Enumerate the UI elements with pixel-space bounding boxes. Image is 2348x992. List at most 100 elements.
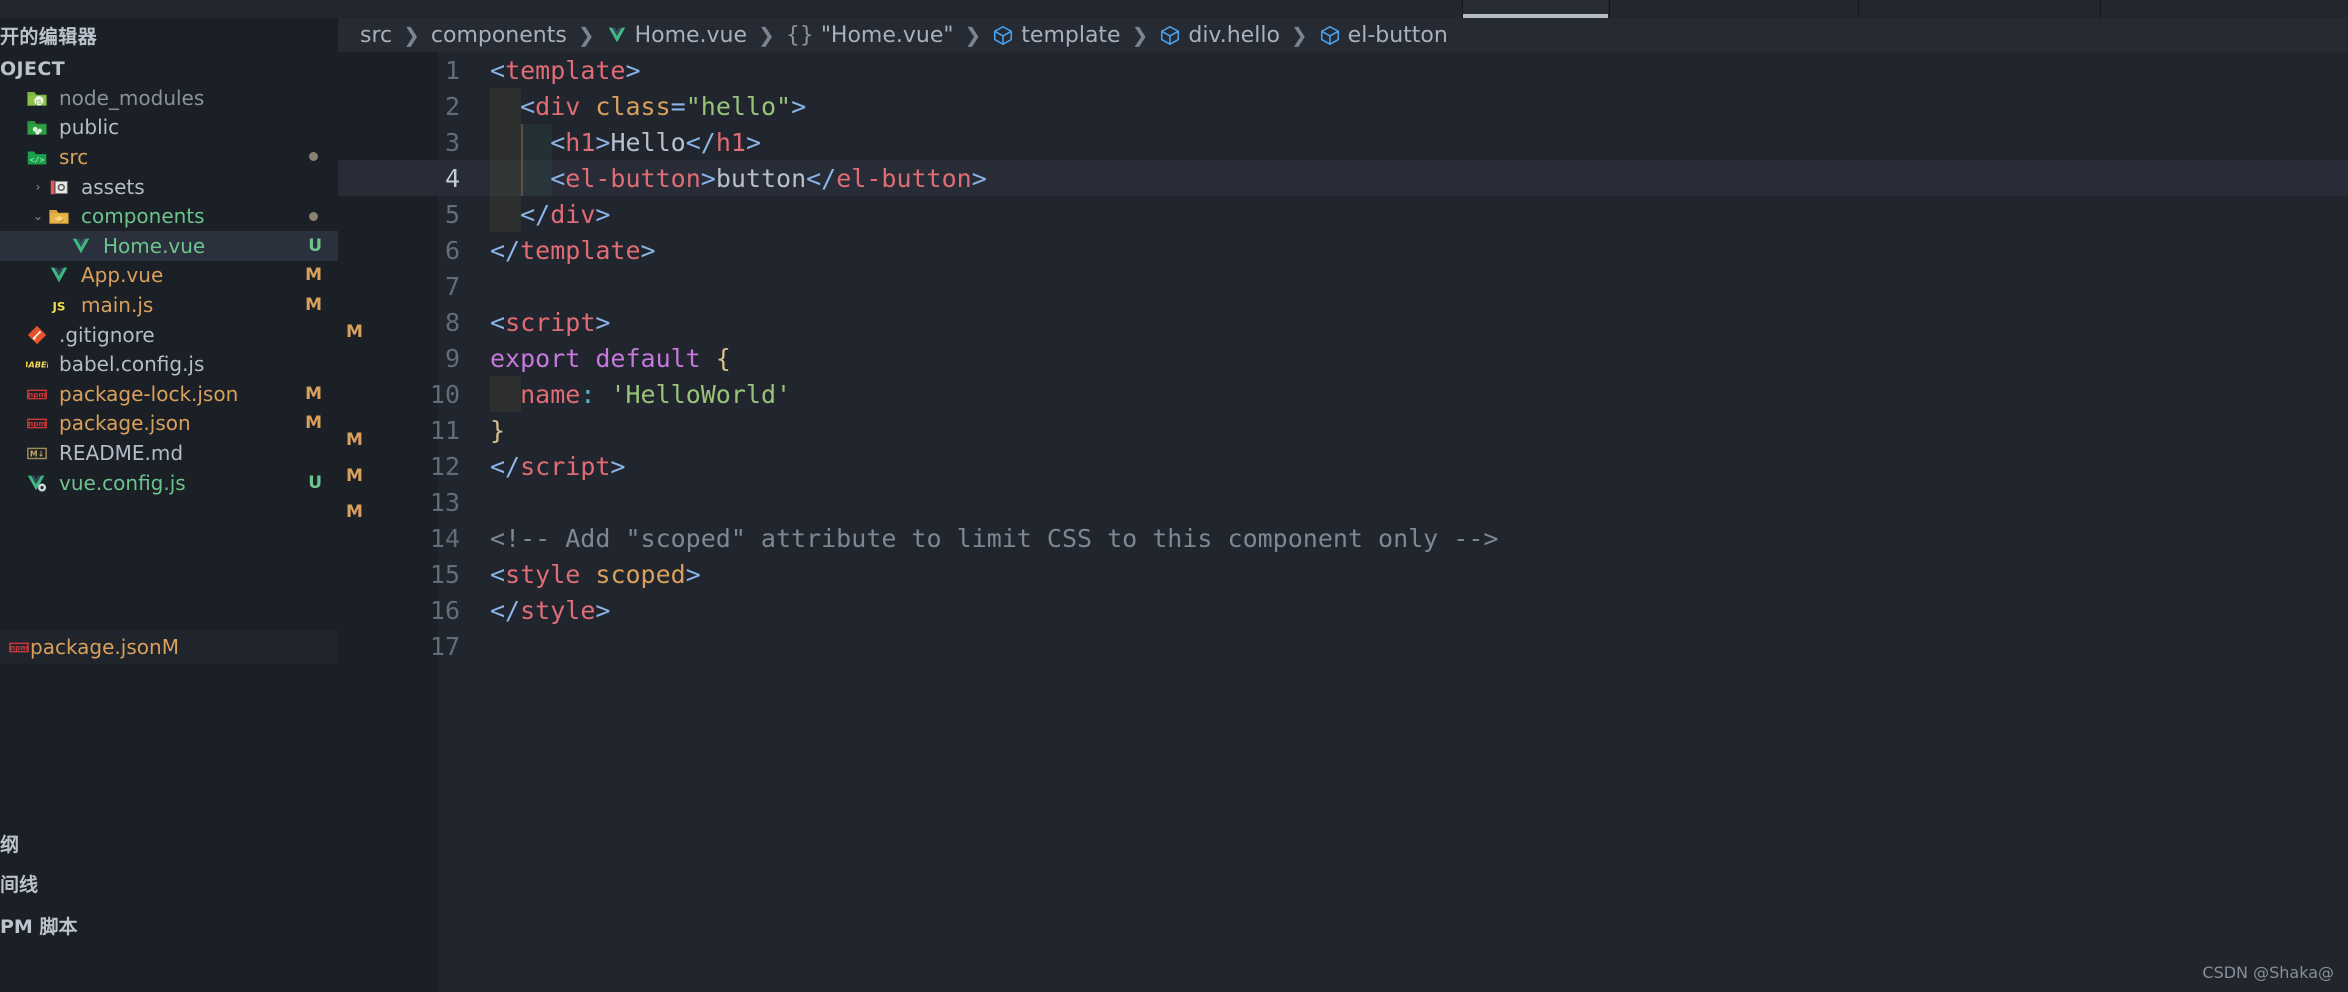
code-token: 'HelloWorld' <box>610 379 792 409</box>
file-tree-item-assets[interactable]: › assets <box>0 172 338 202</box>
src-folder-icon: </> <box>24 146 50 168</box>
breadcrumb-item-src[interactable]: src <box>360 23 392 48</box>
babel-file-icon: BABEL <box>24 353 50 375</box>
code-token: div <box>550 199 596 229</box>
tab-separator <box>1609 0 1610 18</box>
chevron-icon[interactable]: ⌄ <box>30 209 46 223</box>
svg-text:JS: JS <box>51 299 65 313</box>
file-tree: JS node_modules public </> src › assets ⌄ compon… <box>0 83 338 560</box>
code-token: < <box>550 127 566 157</box>
code-line[interactable]: 11} <box>338 412 2348 448</box>
sidebar-section-2[interactable]: 间线 <box>0 870 38 900</box>
code-line[interactable]: 10 name: 'HelloWorld' <box>338 376 2348 412</box>
code-line-text: } <box>490 416 505 445</box>
file-tree-item-src[interactable]: </> src <box>0 142 338 172</box>
breadcrumb-item-homevue[interactable]: Home.vue <box>606 23 747 48</box>
line-number: 6 <box>444 235 460 265</box>
code-content[interactable]: 1 <template> 2 <div class="hello"> 3 <h1>He… <box>338 52 2348 992</box>
file-tree-item-label: package.json <box>59 411 191 436</box>
code-line[interactable]: 15 <style scoped> <box>338 556 2348 592</box>
code-line-text: export default { <box>490 344 731 373</box>
git-status-badge: M <box>305 294 322 315</box>
vscode-window: 开的编辑器 OJECT JS node_modules public </> src › a… <box>0 0 2348 992</box>
file-tree-item-public[interactable]: public <box>0 113 338 143</box>
code-token: </ <box>490 451 521 481</box>
code-line[interactable]: 9 export default { <box>338 340 2348 376</box>
file-tree-item-components[interactable]: ⌄ components <box>0 201 338 231</box>
sidebar-section-1[interactable]: 纲 <box>0 830 19 860</box>
code-line[interactable]: 16 </style> <box>338 592 2348 628</box>
npm-scripts-item-package-json[interactable]: npm package.json M <box>0 630 338 664</box>
code-line-text: </style> <box>490 596 610 625</box>
file-tree-item-readme-md[interactable]: M↓ README.md <box>0 438 338 468</box>
code-token: < <box>490 559 506 589</box>
code-line[interactable]: 14 <!-- Add "scoped" attribute to limit C… <box>338 520 2348 556</box>
code-token: </ <box>806 163 837 193</box>
breadcrumb-item-template[interactable]: template <box>992 22 1121 48</box>
breadcrumb-item-divhello[interactable]: div.hello <box>1159 23 1280 48</box>
code-token: class <box>595 91 671 121</box>
code-line[interactable]: 13 <box>338 484 2348 520</box>
code-line[interactable]: 8 <script> <box>338 304 2348 340</box>
breadcrumb-separator-icon: ❯ <box>1131 23 1149 47</box>
git-status-badge: M <box>305 413 322 434</box>
code-line-text: <style scoped> <box>490 560 701 589</box>
code-token: > <box>640 235 656 265</box>
file-tree-item-package-lock-json[interactable]: npm package-lock.json M <box>0 379 338 409</box>
code-token: > <box>700 163 716 193</box>
open-editors-section-title[interactable]: 开的编辑器 <box>0 22 97 52</box>
code-token: > <box>791 91 807 121</box>
file-tree-item-label: package-lock.json <box>59 381 239 406</box>
breadcrumb-item-homevue[interactable]: {} "Home.vue" <box>786 23 954 48</box>
breadcrumb[interactable]: src ❯ components ❯ Home.vue ❯ {} "Home.vue" ❯ tem… <box>338 18 2348 52</box>
svg-text:BABEL: BABEL <box>26 360 48 370</box>
code-line[interactable]: 1 <template> <box>338 52 2348 88</box>
file-tree-item-label: main.js <box>81 292 154 317</box>
breadcrumb-item-label: div.hello <box>1188 22 1280 48</box>
code-token: { <box>715 343 731 373</box>
breadcrumb-item-components[interactable]: components <box>431 23 567 48</box>
code-line[interactable]: 2 <div class="hello"> <box>338 88 2348 124</box>
code-line[interactable]: 5 </div> <box>338 196 2348 232</box>
code-line[interactable]: 17 <box>338 628 2348 664</box>
npm-file-icon: npm <box>24 383 50 405</box>
file-tree-item-label: .gitignore <box>59 322 155 347</box>
line-number: 10 <box>429 379 460 409</box>
code-token: > <box>595 307 611 337</box>
file-tree-item-app-vue[interactable]: App.vue M <box>0 261 338 291</box>
file-tree-item-babel-config-js[interactable]: BABEL babel.config.js <box>0 349 338 379</box>
code-token: "hello" <box>685 91 792 121</box>
breadcrumb-item-elbutton[interactable]: el-button <box>1319 23 1448 48</box>
file-tree-item-label: vue.config.js <box>59 470 186 495</box>
git-status-badge: U <box>308 472 322 493</box>
code-token: > <box>745 127 761 157</box>
code-token: name <box>520 379 581 409</box>
code-token: > <box>595 127 611 157</box>
project-section-title[interactable]: OJECT <box>0 54 65 84</box>
file-tree-item--gitignore[interactable]: .gitignore <box>0 320 338 350</box>
code-editor[interactable]: MMMM 1 <template> 2 <div class="hello"> 3 <… <box>338 52 2348 992</box>
code-line-text: </div> <box>490 200 610 229</box>
code-line[interactable]: 6 </template> <box>338 232 2348 268</box>
code-line[interactable]: 7 <box>338 268 2348 304</box>
breadcrumb-item-label: template <box>1021 22 1121 48</box>
modified-indicator-dot <box>309 211 318 221</box>
code-line[interactable]: 4 <el-button>button</el-button> <box>338 160 2348 196</box>
vue-file-icon <box>68 235 94 257</box>
file-tree-item-home-vue[interactable]: Home.vue U <box>0 230 338 261</box>
code-line-text: <div class="hello"> <box>490 92 806 121</box>
code-token: > <box>971 163 987 193</box>
breadcrumb-separator-icon: ❯ <box>964 23 982 47</box>
code-line[interactable]: 3 <h1>Hello</h1> <box>338 124 2348 160</box>
line-number: 3 <box>444 127 460 157</box>
file-tree-item-vue-config-js[interactable]: vue.config.js U <box>0 468 338 498</box>
code-token: > <box>595 199 611 229</box>
file-tree-item-node-modules[interactable]: JS node_modules <box>0 83 338 113</box>
file-tree-item-package-json[interactable]: npm package.json M <box>0 409 338 439</box>
chevron-icon[interactable]: › <box>30 180 46 194</box>
code-line-text: <template> <box>490 56 641 85</box>
code-line[interactable]: 12 </script> <box>338 448 2348 484</box>
file-tree-item-main-js[interactable]: JS main.js M <box>0 290 338 320</box>
sidebar-section-3[interactable]: PM 脚本 <box>0 912 77 942</box>
file-tree-item-label: public <box>59 115 120 140</box>
